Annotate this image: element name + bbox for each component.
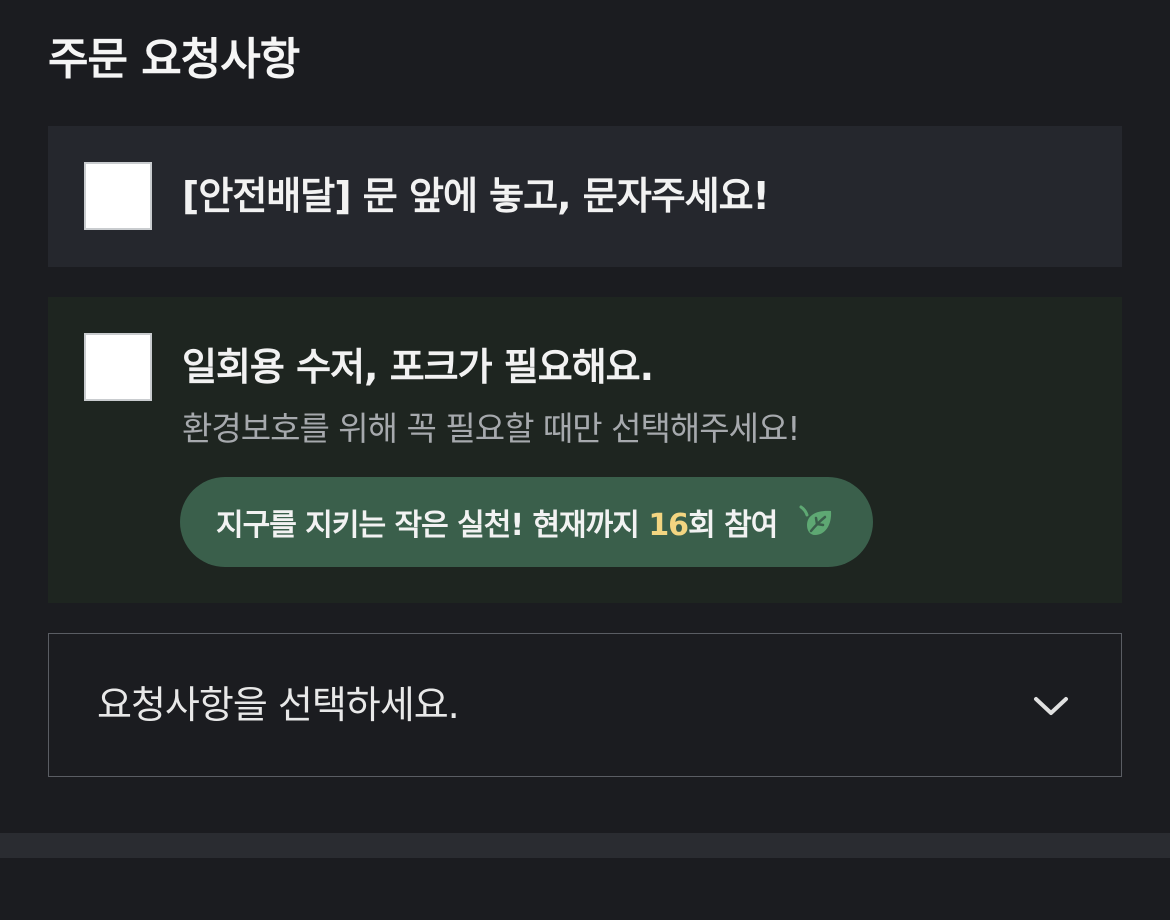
eco-message-prefix: 지구를 지키는 작은 실천! 현재까지	[216, 508, 649, 543]
section-divider	[0, 833, 1170, 858]
request-select-dropdown[interactable]: 요청사항을 선택하세요.	[48, 633, 1122, 777]
utensils-description: 환경보호를 위해 꼭 필요할 때만 선택해주세요!	[182, 409, 801, 448]
eco-message-suffix: 회 참여	[688, 508, 778, 543]
leaf-icon	[799, 505, 832, 535]
utensils-option[interactable]: 일회용 수저, 포크가 필요해요. 환경보호를 위해 꼭 필요할 때만 선택해주…	[48, 297, 1122, 603]
safe-delivery-checkbox[interactable]	[84, 162, 152, 230]
chevron-down-icon[interactable]	[1031, 686, 1071, 726]
utensils-label[interactable]: 일회용 수저, 포크가 필요해요.	[182, 341, 654, 393]
eco-participation-badge: 지구를 지키는 작은 실천! 현재까지 16회 참여	[180, 477, 874, 567]
eco-message: 지구를 지키는 작은 실천! 현재까지 16회 참여	[216, 500, 778, 544]
eco-count: 16	[648, 508, 689, 543]
section-title: 주문 요청사항	[48, 34, 300, 85]
order-request-page: 주문 요청사항 [안전배달] 문 앞에 놓고, 문자주세요! 일회용 수저, 포…	[0, 0, 1170, 920]
request-select-placeholder[interactable]: 요청사항을 선택하세요.	[97, 680, 460, 730]
safe-delivery-label[interactable]: [안전배달] 문 앞에 놓고, 문자주세요!	[182, 170, 770, 222]
utensils-checkbox[interactable]	[84, 333, 152, 401]
safe-delivery-option[interactable]: [안전배달] 문 앞에 놓고, 문자주세요!	[48, 126, 1122, 267]
